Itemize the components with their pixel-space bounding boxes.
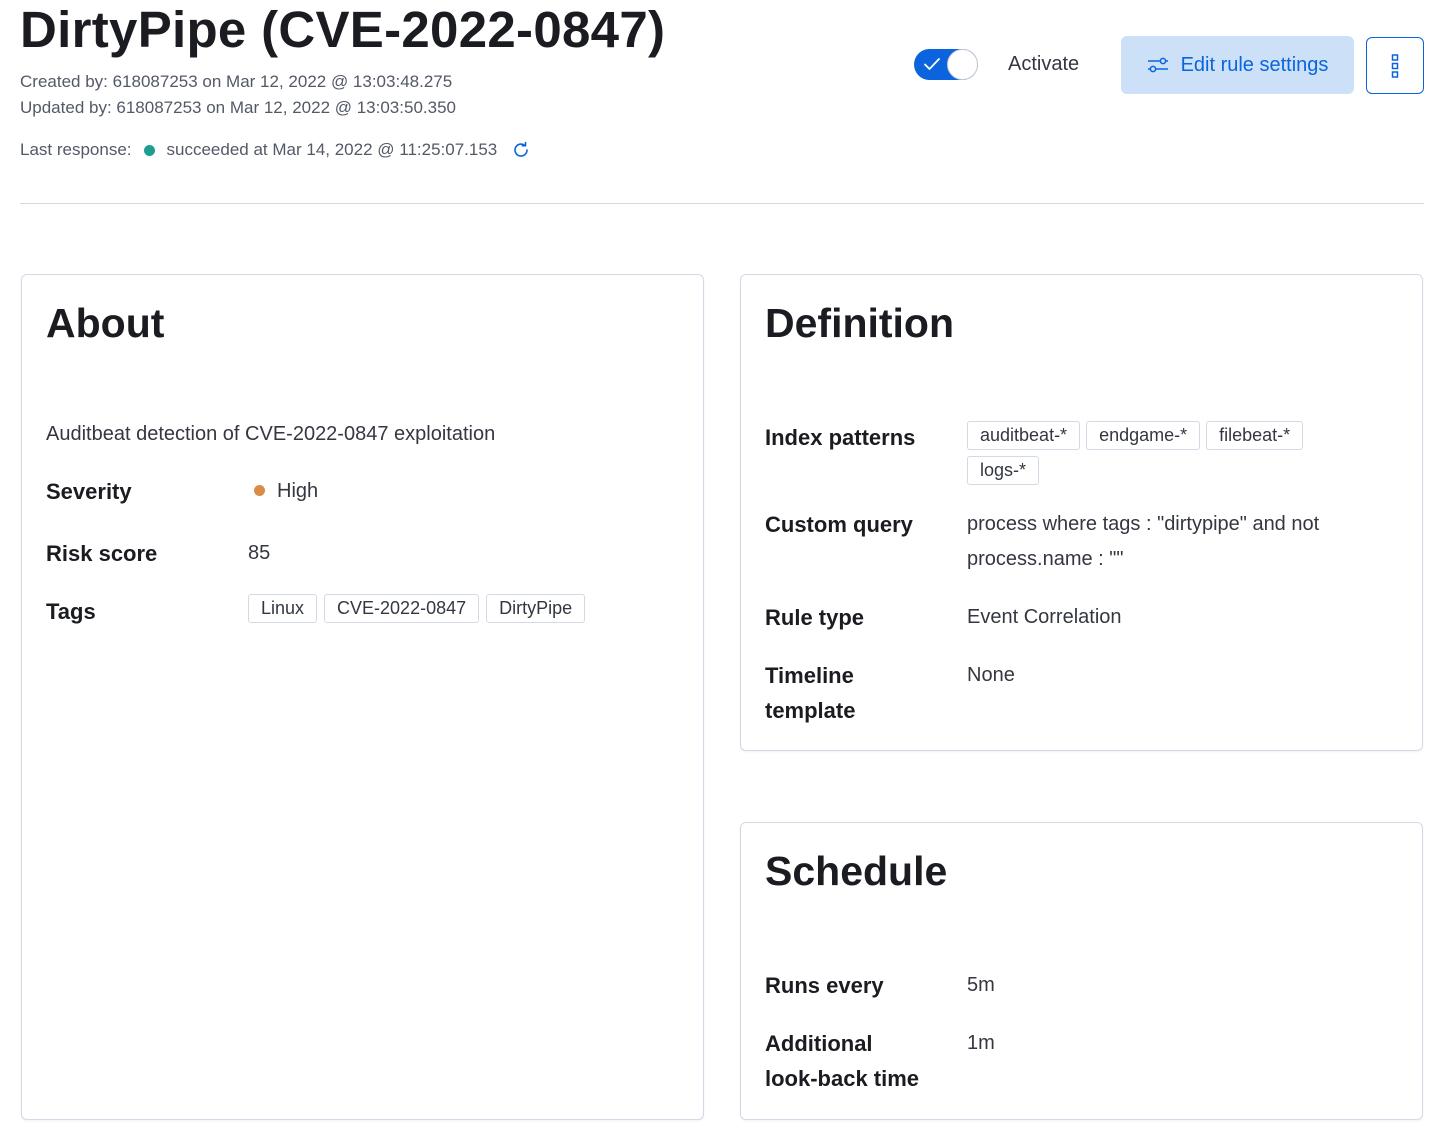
severity-text: High bbox=[277, 480, 319, 502]
custom-query-line: process where tags : "dirtypipe" and not bbox=[967, 513, 1320, 535]
index-pattern-badge: logs-* bbox=[967, 456, 1040, 485]
tag-badge: Linux bbox=[248, 594, 318, 623]
custom-query-value: process where tags : "dirtypipe" and not… bbox=[967, 507, 1319, 577]
timeline-label-line: Timeline bbox=[765, 663, 854, 688]
runs-every-value: 5m bbox=[967, 974, 995, 996]
definition-title: Definition bbox=[765, 300, 955, 346]
runs-every-label: Runs every bbox=[765, 973, 884, 998]
timeline-label-line: template bbox=[765, 698, 856, 723]
index-pattern-badge: filebeat-* bbox=[1206, 421, 1304, 450]
edit-rule-settings-button[interactable]: Edit rule settings bbox=[1121, 36, 1354, 94]
about-title: About bbox=[46, 300, 165, 346]
severity-dot-icon bbox=[254, 485, 265, 497]
header-divider bbox=[20, 203, 1424, 204]
index-pattern-badge: endgame-* bbox=[1086, 421, 1201, 450]
tag-badge: CVE-2022-0847 bbox=[324, 594, 480, 623]
severity-label: Severity bbox=[46, 479, 132, 504]
created-by-text: Created by: 618087253 on Mar 12, 2022 @ … bbox=[20, 72, 453, 91]
last-response: Last response: succeeded at Mar 14, 2022… bbox=[20, 139, 531, 161]
risk-score-value: 85 bbox=[248, 542, 271, 564]
more-vertical-icon bbox=[1391, 53, 1399, 78]
lookback-value: 1m bbox=[967, 1032, 995, 1054]
activate-label: Activate bbox=[1008, 53, 1080, 75]
index-pattern-badge: auditbeat-* bbox=[967, 421, 1081, 450]
about-panel: About Auditbeat detection of CVE-2022-08… bbox=[21, 274, 704, 1120]
index-patterns-label: Index patterns bbox=[765, 425, 916, 450]
status-success-dot-icon bbox=[143, 144, 155, 156]
lookback-label-line: Additional bbox=[765, 1031, 873, 1056]
tag-badge: DirtyPipe bbox=[486, 594, 586, 623]
tags-label: Tags bbox=[46, 599, 96, 624]
rule-type-label: Rule type bbox=[765, 605, 865, 630]
rule-description: Auditbeat detection of CVE-2022-0847 exp… bbox=[46, 423, 496, 445]
timeline-template-label: Timeline template bbox=[765, 658, 855, 728]
risk-score-label: Risk score bbox=[46, 541, 158, 566]
activate-toggle[interactable] bbox=[914, 49, 978, 80]
severity-value: High bbox=[248, 474, 318, 509]
schedule-panel: Schedule Runs every 5m Additional look-b… bbox=[740, 822, 1423, 1120]
refresh-icon[interactable] bbox=[511, 140, 531, 160]
toggle-knob bbox=[947, 49, 978, 80]
sliders-icon bbox=[1147, 57, 1168, 73]
timeline-template-value: None bbox=[967, 664, 1015, 686]
last-response-status: succeeded at Mar 14, 2022 @ 11:25:07.153 bbox=[166, 140, 498, 159]
lookback-label: Additional look-back time bbox=[765, 1026, 919, 1096]
more-actions-button[interactable] bbox=[1366, 37, 1424, 94]
last-response-label: Last response: bbox=[20, 140, 132, 159]
index-patterns-list: auditbeat-* endgame-* filebeat-* logs-* bbox=[967, 421, 1337, 485]
custom-query-label: Custom query bbox=[765, 512, 913, 537]
edit-rule-settings-label: Edit rule settings bbox=[1180, 53, 1329, 76]
check-icon bbox=[924, 58, 940, 70]
definition-panel: Definition Index patterns auditbeat-* en… bbox=[740, 274, 1423, 751]
custom-query-line: process.name : "" bbox=[967, 548, 1124, 570]
updated-by-text: Updated by: 618087253 on Mar 12, 2022 @ … bbox=[20, 98, 456, 117]
schedule-title: Schedule bbox=[765, 848, 948, 894]
tags-list: Linux CVE-2022-0847 DirtyPipe bbox=[248, 594, 668, 623]
rule-type-value: Event Correlation bbox=[967, 606, 1122, 628]
page-title: DirtyPipe (CVE-2022-0847) bbox=[20, 1, 666, 58]
lookback-label-line: look-back time bbox=[765, 1066, 920, 1091]
